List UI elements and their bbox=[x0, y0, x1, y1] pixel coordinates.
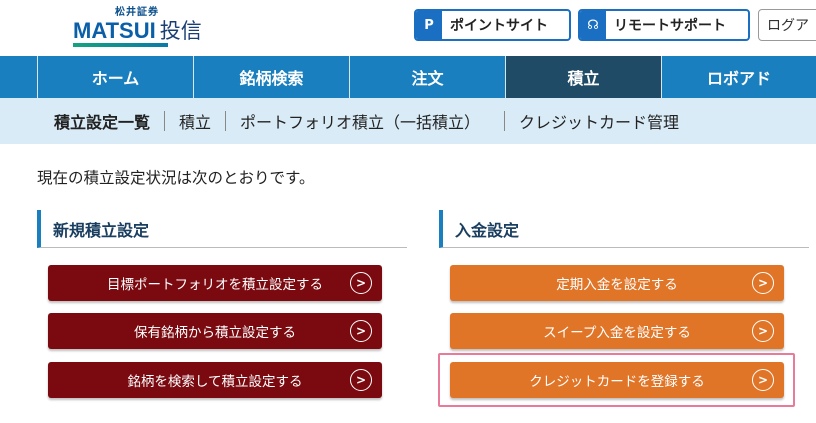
sub-nav: 積立設定一覧 積立 ポートフォリオ積立（一括積立） クレジットカード管理 bbox=[0, 98, 816, 144]
point-site-label: ポイントサイト bbox=[450, 18, 548, 34]
nav-item-search[interactable]: 銘柄検索 bbox=[194, 56, 350, 98]
nav-item-tsumitate[interactable]: 積立 bbox=[506, 56, 662, 98]
button-label: スイープ入金を設定する bbox=[543, 325, 691, 341]
headset-icon: ☊ bbox=[580, 11, 606, 39]
point-p-icon: P bbox=[416, 11, 442, 39]
subnav-item-credit-card[interactable]: クレジットカード管理 bbox=[519, 109, 679, 133]
subnav-divider bbox=[225, 111, 227, 131]
chevron-right-icon: > bbox=[350, 369, 372, 391]
point-site-button[interactable]: P ポイントサイト bbox=[414, 9, 571, 41]
matsui-logo[interactable]: 松井証券 MATSUI 投信 bbox=[73, 3, 213, 53]
subnav-item-portfolio[interactable]: ポートフォリオ積立（一括積立） bbox=[240, 109, 480, 133]
chevron-right-icon: > bbox=[350, 320, 372, 342]
remote-support-button[interactable]: ☊ リモートサポート bbox=[578, 9, 750, 41]
target-portfolio-button[interactable]: 目標ポートフォリオを積立設定する > bbox=[48, 265, 382, 301]
logo-wordmark-jp: 投信 bbox=[159, 19, 202, 43]
nav-item-home[interactable]: ホーム bbox=[38, 56, 194, 98]
section-title-new: 新規積立設定 bbox=[37, 210, 407, 248]
button-label: 目標ポートフォリオを積立設定する bbox=[107, 277, 323, 293]
main-nav: ホーム 銘柄検索 注文 積立 ロボアド bbox=[0, 56, 816, 98]
logo-wordmark: MATSUI 投信 bbox=[73, 15, 202, 45]
button-label: 定期入金を設定する bbox=[556, 277, 678, 293]
nav-item-order[interactable]: 注文 bbox=[350, 56, 506, 98]
login-button[interactable]: ログア bbox=[758, 9, 816, 41]
subnav-divider bbox=[164, 111, 166, 131]
periodic-deposit-button[interactable]: 定期入金を設定する > bbox=[450, 265, 784, 301]
intro-text: 現在の積立設定状況は次のとおりです。 bbox=[37, 169, 315, 187]
logo-underline bbox=[73, 43, 168, 47]
nav-spacer bbox=[0, 56, 38, 98]
sweep-deposit-button[interactable]: スイープ入金を設定する > bbox=[450, 313, 784, 349]
chevron-right-icon: > bbox=[350, 272, 372, 294]
highlight-box bbox=[438, 353, 795, 407]
button-label: 保有銘柄から積立設定する bbox=[134, 325, 296, 341]
search-setup-button[interactable]: 銘柄を検索して積立設定する > bbox=[48, 362, 382, 398]
subnav-item-tsumitate[interactable]: 積立 bbox=[179, 109, 211, 133]
header: 松井証券 MATSUI 投信 P ポイントサイト ☊ リモートサポート ログア bbox=[0, 0, 816, 56]
logo-wordmark-latin: MATSUI bbox=[73, 18, 156, 43]
nav-item-roboad[interactable]: ロボアド bbox=[662, 56, 816, 98]
subnav-item-settings-list[interactable]: 積立設定一覧 bbox=[54, 109, 150, 133]
subnav-divider bbox=[504, 111, 506, 131]
button-label: 銘柄を検索して積立設定する bbox=[127, 374, 303, 390]
section-title-deposit: 入金設定 bbox=[439, 210, 809, 248]
remote-support-label: リモートサポート bbox=[614, 18, 726, 34]
chevron-right-icon: > bbox=[752, 320, 774, 342]
chevron-right-icon: > bbox=[752, 272, 774, 294]
holdings-setup-button[interactable]: 保有銘柄から積立設定する > bbox=[48, 313, 382, 349]
login-label: ログア bbox=[767, 18, 809, 34]
